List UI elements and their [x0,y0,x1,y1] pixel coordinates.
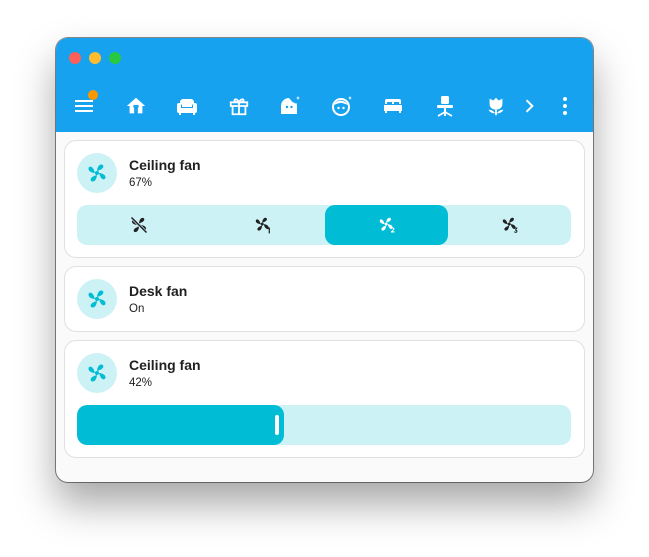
zoom-window-button[interactable] [109,52,121,64]
fan-speed-3-icon [502,217,517,233]
fan-card: Desk fan On [64,266,585,332]
fan-mode-speed-2-button[interactable] [325,205,448,245]
tab-bed[interactable] [379,92,407,120]
fan-state: 67% [129,177,153,189]
fan-mode-speed-1-button[interactable] [201,205,324,245]
fan-speed-2-icon [379,217,394,233]
fan-name: Desk fan [129,283,188,299]
fan-speed-1-icon [255,217,270,234]
fan-mode-speed-3-button[interactable] [448,205,571,245]
dashboard-content: Ceiling fan 67% Desk fan On Ceiling fan … [56,132,593,482]
fan-icon [88,164,106,182]
fan-mode-off-button[interactable] [77,205,200,245]
slider-handle[interactable] [275,415,279,435]
desk-chair-icon [437,96,453,117]
tab-desk-chair[interactable] [431,92,459,120]
app-window: Ceiling fan 67% Desk fan On Ceiling fan … [56,38,593,482]
chevron-right-icon[interactable] [515,92,543,120]
sofa-icon [177,99,197,115]
home-heart-icon [126,97,146,114]
fan-speed-selector [77,205,571,245]
gift-icon [229,98,249,116]
fan-state: 42% [129,377,153,389]
fan-icon [88,364,106,382]
minimize-window-button[interactable] [89,52,101,64]
app-bar [56,38,593,132]
tab-home-heart[interactable] [122,92,150,120]
slider-fill [77,405,284,445]
fan-toggle-button[interactable] [77,353,117,393]
notification-badge [88,90,98,100]
fan-card: Ceiling fan 42% [64,340,585,458]
face-man-shimmer-icon [332,96,352,116]
dots-vertical-icon[interactable] [551,92,579,120]
fan-state: On [129,303,145,315]
fan-toggle-button[interactable] [77,279,117,319]
tab-face-woman-shimmer[interactable] [276,92,304,120]
fan-name: Ceiling fan [129,157,201,173]
close-window-button[interactable] [69,52,81,64]
fan-name: Ceiling fan [129,357,201,373]
tab-sofa[interactable] [173,92,201,120]
face-woman-shimmer-icon [281,96,300,114]
bed-icon [384,99,402,113]
flower-tulip-icon [488,97,504,116]
tab-gift[interactable] [225,92,253,120]
tab-flower-tulip[interactable] [482,92,510,120]
tab-face-man-shimmer[interactable] [328,92,356,120]
fan-toggle-button[interactable] [77,153,117,193]
fan-card: Ceiling fan 67% [64,140,585,258]
fan-speed-slider[interactable] [77,405,571,445]
fan-icon [88,290,106,308]
fan-off-icon [129,216,148,234]
